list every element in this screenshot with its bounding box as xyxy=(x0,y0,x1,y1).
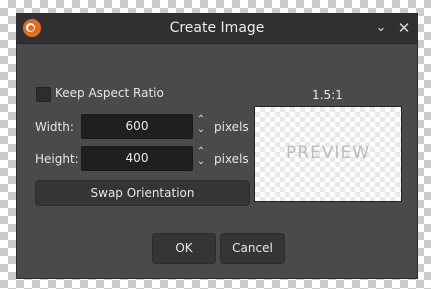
create-image-dialog: Create Image ⌄ ✕ Keep Aspect Ratio Width… xyxy=(16,13,418,279)
height-stepper[interactable]: ⌃ ⌄ xyxy=(195,147,207,169)
chevron-down-icon[interactable]: ⌄ xyxy=(195,125,207,135)
height-input[interactable]: 400 xyxy=(81,146,193,171)
swap-orientation-button[interactable]: Swap Orientation xyxy=(35,180,250,206)
height-label: Height: xyxy=(35,152,79,166)
ok-button[interactable]: OK xyxy=(152,233,216,264)
keep-aspect-label[interactable]: Keep Aspect Ratio xyxy=(55,86,164,100)
aspect-ratio-label: 1.5:1 xyxy=(312,88,343,102)
chevron-down-icon[interactable]: ⌄ xyxy=(195,157,207,167)
close-icon[interactable]: ✕ xyxy=(395,19,413,37)
preview-placeholder: PREVIEW xyxy=(286,143,370,163)
preview-area: PREVIEW xyxy=(254,106,402,202)
titlebar[interactable]: Create Image ⌄ ✕ xyxy=(17,14,417,44)
width-label: Width: xyxy=(35,120,74,134)
height-unit: pixels xyxy=(214,152,249,166)
window-title: Create Image xyxy=(169,20,265,36)
cancel-button[interactable]: Cancel xyxy=(220,233,285,264)
chevron-down-icon[interactable]: ⌄ xyxy=(372,19,390,37)
width-stepper[interactable]: ⌃ ⌄ xyxy=(195,115,207,137)
width-unit: pixels xyxy=(214,120,249,134)
width-input[interactable]: 600 xyxy=(81,114,193,139)
keep-aspect-checkbox[interactable] xyxy=(36,87,51,102)
